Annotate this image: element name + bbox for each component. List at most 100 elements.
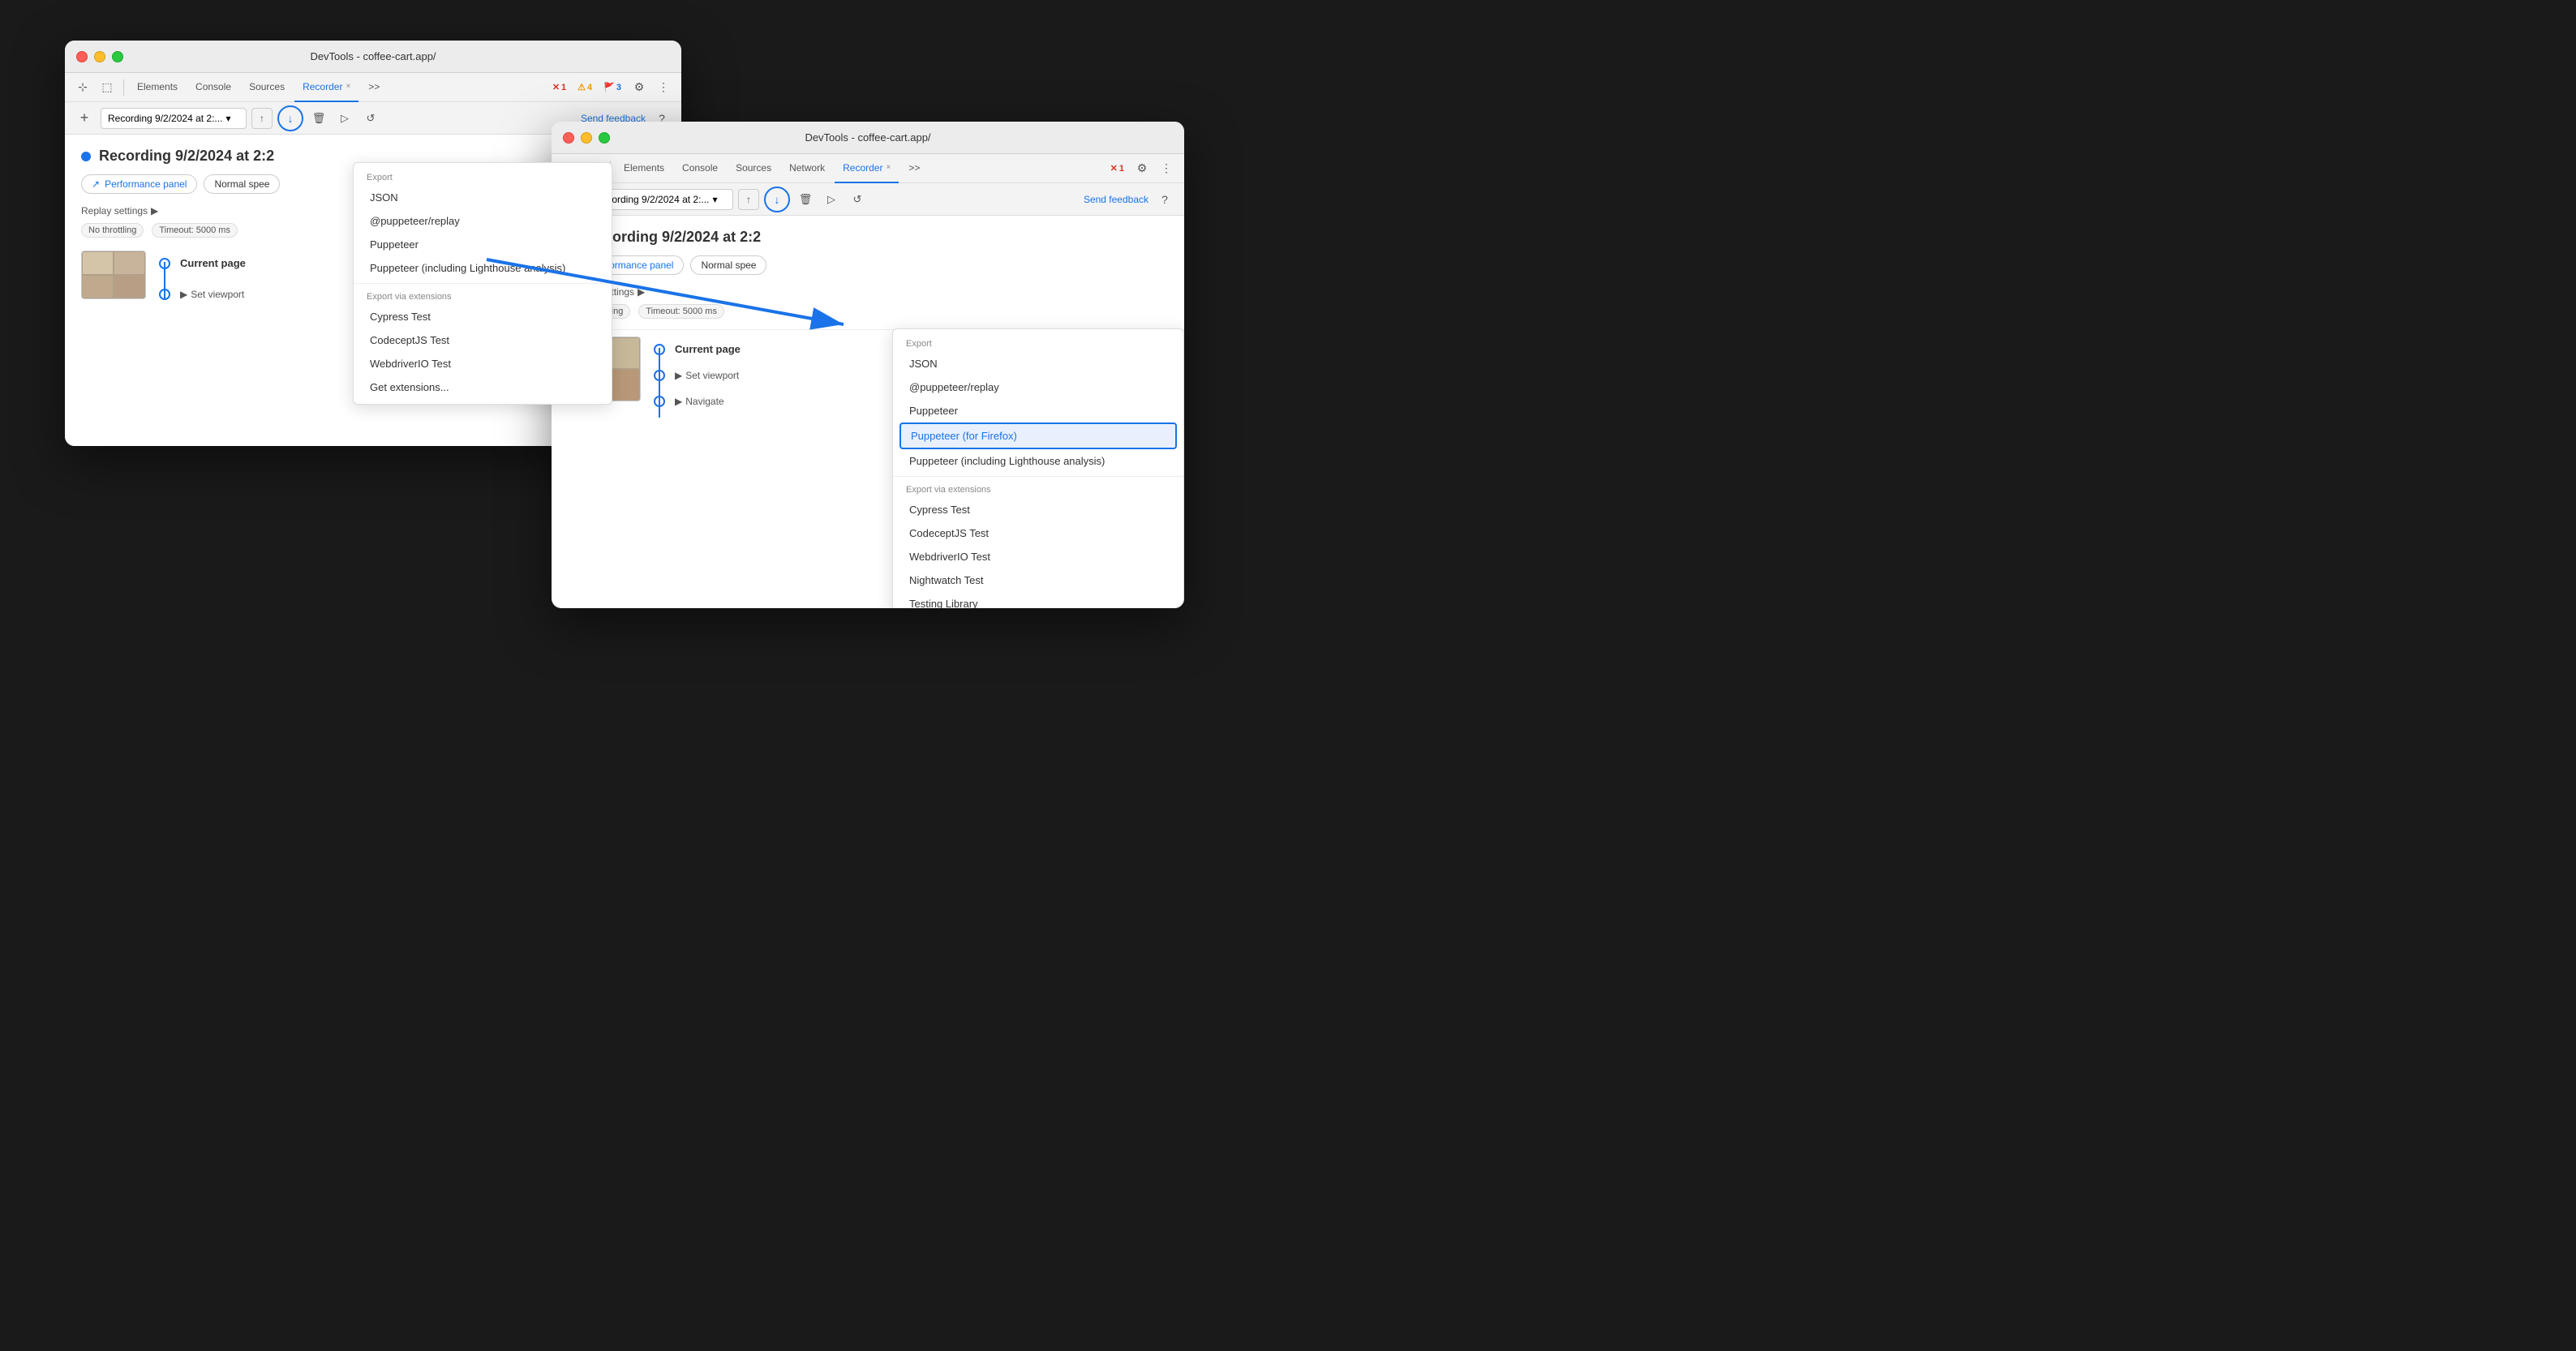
recording-title-1: Recording 9/2/2024 at 2:2 (99, 148, 274, 165)
export-dropdown-1: Export JSON @puppeteer/replay Puppeteer … (353, 162, 612, 405)
warning-badge-1: ⚠ 4 (573, 80, 597, 94)
normal-speed-button-2[interactable]: Normal spee (690, 255, 766, 275)
dropdown-cypress-2[interactable]: Cypress Test (893, 498, 1183, 521)
more-options-icon-1[interactable]: ⋮ (652, 76, 675, 99)
export-via-extensions-label-1: Export via extensions (354, 287, 612, 305)
dropdown-json-2[interactable]: JSON (893, 352, 1183, 375)
refresh-button-1[interactable]: ↺ (360, 108, 381, 129)
tab-elements-2[interactable]: Elements (616, 154, 672, 183)
replay-settings-row-2: Replay settings ▶ (568, 286, 1168, 298)
normal-speed-button-1[interactable]: Normal spee (204, 174, 280, 194)
close-button-1[interactable] (76, 51, 88, 62)
download-button-1[interactable]: ↓ (277, 105, 303, 131)
tab-close-icon-1[interactable]: × (346, 82, 350, 91)
maximize-button-2[interactable] (599, 132, 610, 144)
dropdown-puppeteer-replay-2[interactable]: @puppeteer/replay (893, 375, 1183, 399)
tab-bar-1: ⊹ ⬚ Elements Console Sources Recorder × … (65, 73, 681, 102)
page-thumbnail-1 (81, 251, 146, 299)
dropdown-json-1[interactable]: JSON (354, 186, 612, 209)
timeout-badge-1: Timeout: 5000 ms (152, 223, 238, 238)
devtools-window-1: DevTools - coffee-cart.app/ ⊹ ⬚ Elements… (65, 41, 681, 446)
dropdown-puppeteer-1[interactable]: Puppeteer (354, 233, 612, 256)
dropdown-puppeteer-lighthouse-2[interactable]: Puppeteer (including Lighthouse analysis… (893, 449, 1183, 473)
dropdown-webdriverio-2[interactable]: WebdriverIO Test (893, 545, 1183, 568)
devtools-window-2: DevTools - coffee-cart.app/ ⊹ ⬚ Elements… (552, 122, 1184, 608)
more-options-icon-2[interactable]: ⋮ (1155, 157, 1178, 180)
send-feedback-link-2[interactable]: Send feedback (1084, 194, 1148, 205)
recording-selector-1[interactable]: Recording 9/2/2024 at 2:... ▾ (101, 108, 247, 129)
tab-close-icon-2[interactable]: × (886, 163, 891, 172)
export-icon-2[interactable]: ↑ (738, 189, 759, 210)
error-badge-1: ✕ 1 (547, 80, 571, 94)
delete-button-1[interactable]: 🗑 (308, 108, 329, 129)
action-buttons-row-2: ↗ Performance panel Normal spee (568, 255, 1168, 275)
delete-button-2[interactable]: 🗑 (795, 189, 816, 210)
dropdown-puppeteer-lighthouse-1[interactable]: Puppeteer (including Lighthouse analysis… (354, 256, 612, 280)
dropdown-puppeteer-firefox-2[interactable]: Puppeteer (for Firefox) (899, 422, 1177, 449)
export-icon-1[interactable]: ↑ (251, 108, 273, 129)
expand-icon-3[interactable]: ▶ (675, 396, 682, 407)
dropdown-webdriverio-1[interactable]: WebdriverIO Test (354, 352, 612, 375)
minimize-button-2[interactable] (581, 132, 592, 144)
timeline-steps-1: Current page ▶ Set viewport (159, 251, 246, 300)
error-icon-2: ✕ (1110, 163, 1118, 174)
title-bar-2: DevTools - coffee-cart.app/ (552, 122, 1184, 154)
export-label-2: Export (893, 334, 1183, 352)
navigate-label-2: ▶ Navigate (675, 396, 724, 407)
dropdown-testing-library-2[interactable]: Testing Library (893, 592, 1183, 608)
expand-icon-2[interactable]: ▶ (675, 370, 682, 381)
timeline-line-2 (659, 348, 660, 418)
recording-dot-1 (81, 152, 91, 161)
thumb-cell-4 (114, 275, 145, 298)
recording-title-row-2: Recording 9/2/2024 at 2:2 (568, 229, 1168, 246)
chevron-right-icon-2: ▶ (638, 286, 645, 298)
refresh-button-2[interactable]: ↺ (847, 189, 868, 210)
timeout-badge-2: Timeout: 5000 ms (638, 304, 724, 319)
throttling-badge-1: No throttling (81, 223, 144, 238)
tab-sources-2[interactable]: Sources (728, 154, 779, 183)
device-icon[interactable]: ⬚ (96, 76, 118, 99)
tab-recorder-2[interactable]: Recorder × (835, 154, 899, 183)
performance-panel-button-1[interactable]: ↗ Performance panel (81, 174, 197, 194)
minimize-button-1[interactable] (94, 51, 105, 62)
tab-console-2[interactable]: Console (674, 154, 726, 183)
close-button-2[interactable] (563, 132, 574, 144)
expand-icon-1[interactable]: ▶ (180, 289, 187, 300)
tab-console-1[interactable]: Console (187, 73, 239, 102)
export-dropdown-2: Export JSON @puppeteer/replay Puppeteer … (892, 328, 1184, 608)
tab-bar-2: ⊹ ⬚ Elements Console Sources Network Rec… (552, 154, 1184, 183)
help-icon-2[interactable]: ? (1153, 188, 1176, 211)
play-button-1[interactable]: ▷ (334, 108, 355, 129)
dropdown-get-extensions-1[interactable]: Get extensions... (354, 375, 612, 399)
chevron-down-icon-2: ▾ (712, 194, 717, 205)
main-content-2: Recording 9/2/2024 at 2:2 ↗ Performance … (552, 216, 1184, 329)
dropdown-codeceptjs-2[interactable]: CodeceptJS Test (893, 521, 1183, 545)
tab-more-1[interactable]: >> (360, 73, 388, 102)
dropdown-cypress-1[interactable]: Cypress Test (354, 305, 612, 328)
window-title-2: DevTools - coffee-cart.app/ (805, 131, 930, 144)
replay-settings-label-1[interactable]: Replay settings ▶ (81, 205, 158, 217)
message-badge-1: 🚩 3 (599, 80, 626, 94)
dropdown-nightwatch-2[interactable]: Nightwatch Test (893, 568, 1183, 592)
play-button-2[interactable]: ▷ (821, 189, 842, 210)
dropdown-codeceptjs-1[interactable]: CodeceptJS Test (354, 328, 612, 352)
tab-network-2[interactable]: Network (781, 154, 833, 183)
settings-icon-1[interactable]: ⚙ (628, 76, 650, 99)
dropdown-divider-2 (893, 476, 1183, 477)
maximize-button-1[interactable] (112, 51, 123, 62)
tab-sources-1[interactable]: Sources (241, 73, 293, 102)
download-button-2[interactable]: ↓ (764, 187, 790, 212)
set-viewport-label-2: ▶ Set viewport (675, 370, 739, 381)
thumb-cell-2 (114, 251, 145, 275)
tab-more-2[interactable]: >> (900, 154, 928, 183)
add-recording-button-1[interactable]: + (73, 107, 96, 130)
settings-icon-2[interactable]: ⚙ (1131, 157, 1153, 180)
dropdown-puppeteer-replay-1[interactable]: @puppeteer/replay (354, 209, 612, 233)
perf-icon-1: ↗ (92, 178, 100, 190)
export-via-extensions-label-2: Export via extensions (893, 480, 1183, 498)
tab-recorder-1[interactable]: Recorder × (294, 73, 358, 102)
dropdown-puppeteer-2[interactable]: Puppeteer (893, 399, 1183, 422)
tab-elements-1[interactable]: Elements (129, 73, 186, 102)
inspect-icon[interactable]: ⊹ (71, 76, 94, 99)
traffic-lights-2 (563, 132, 610, 144)
